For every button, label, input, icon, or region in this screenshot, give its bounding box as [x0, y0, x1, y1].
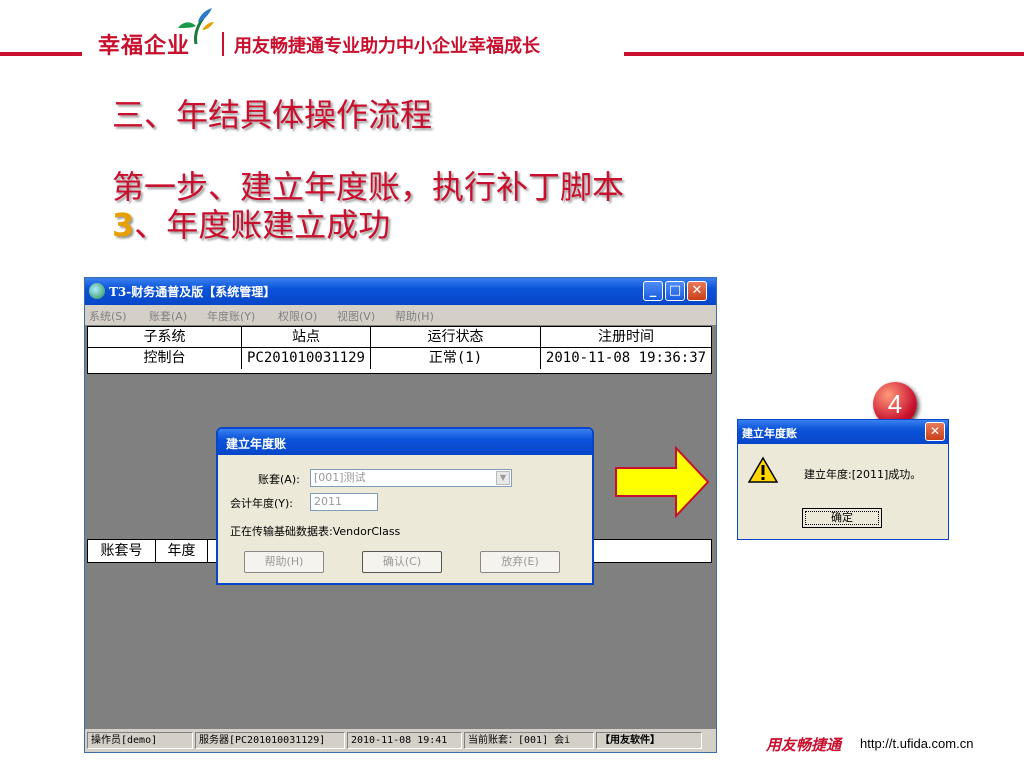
status-account: 当前账套：[001] 会i — [464, 732, 594, 749]
table-header: 运行状态 — [371, 327, 541, 348]
progress-text: 正在传输基础数据表:VendorClass — [230, 525, 401, 538]
section-title: 三、年结具体操作流程 — [112, 96, 433, 134]
status-server: 服务器[PC201010031129] — [195, 732, 345, 749]
close-button[interactable]: ✕ — [687, 281, 707, 301]
table-header: 站点 — [242, 327, 371, 348]
help-button[interactable]: 帮助(H) — [244, 551, 324, 573]
minimize-button[interactable]: _ — [643, 281, 663, 301]
status-operator: 操作员[demo] — [87, 732, 193, 749]
warning-icon — [748, 456, 778, 483]
menu-view[interactable]: 视图(V) — [337, 308, 375, 324]
maximize-button[interactable]: □ — [665, 281, 685, 301]
window-title: T3-财务通普及版【系统管理】 — [109, 285, 276, 299]
window-titlebar[interactable]: T3-财务通普及版【系统管理】 _ □ ✕ — [85, 278, 716, 305]
brand-logo-icon — [178, 8, 214, 45]
table-cell[interactable]: PC201010031129 — [242, 348, 371, 369]
table-header: 年度 — [156, 540, 208, 562]
status-bar: 操作员[demo] 服务器[PC201010031129] 2010-11-08… — [85, 729, 716, 752]
substep-title: 3、年度账建立成功 — [112, 200, 390, 246]
menu-annual-account[interactable]: 年度账(Y) — [207, 308, 255, 324]
tagline-separator — [222, 32, 224, 56]
dialog-titlebar[interactable]: 建立年度账 — [218, 429, 592, 455]
msgbox-titlebar[interactable]: 建立年度账 ✕ — [738, 420, 948, 444]
arrow-right-icon — [615, 446, 710, 518]
table-cell[interactable]: 2010-11-08 19:36:37 — [541, 348, 711, 369]
create-annual-account-dialog: 建立年度账 账套(A): [001]测试 ▼ 会计年度(Y): 2011 正在传输… — [216, 427, 594, 585]
msgbox-text: 建立年度:[2011]成功。 — [804, 468, 922, 481]
menu-account[interactable]: 账套(A) — [149, 308, 187, 324]
substep-number: 3 — [112, 206, 135, 244]
success-message-box: 建立年度账 ✕ 建立年度:[2011]成功。 确定 — [737, 419, 949, 540]
table-header: 账套号 — [88, 540, 156, 562]
tagline: 用友畅捷通专业助力中小企业幸福成长 — [234, 36, 540, 57]
status-vendor: 【用友软件】 — [596, 732, 702, 749]
year-label: 会计年度(Y): — [230, 497, 294, 510]
dialog-title: 建立年度账 — [226, 437, 287, 451]
chevron-down-icon[interactable]: ▼ — [496, 471, 510, 485]
year-field[interactable]: 2011 — [310, 493, 378, 511]
footer-brand: 用友畅捷通 — [766, 736, 842, 754]
table-header: 注册时间 — [541, 327, 711, 348]
menu-permission[interactable]: 权限(O) — [278, 308, 317, 324]
menu-system[interactable]: 系统(S) — [89, 308, 127, 324]
close-button[interactable]: ✕ — [925, 422, 945, 441]
status-time: 2010-11-08 19:41 — [347, 732, 462, 749]
app-icon — [89, 283, 105, 299]
cancel-button[interactable]: 放弃(E) — [480, 551, 560, 573]
menu-bar: 系统(S) 账套(A) 年度账(Y) 权限(O) 视图(V) 帮助(H) — [85, 305, 716, 325]
table-header: 子系统 — [88, 327, 242, 348]
menu-help[interactable]: 帮助(H) — [395, 308, 434, 324]
header-rule-right — [624, 52, 1024, 56]
subsystem-table: 子系统 站点 运行状态 注册时间 控制台 PC201010031129 正常(1… — [87, 326, 712, 374]
confirm-button[interactable]: 确认(C) — [362, 551, 442, 573]
msgbox-title: 建立年度账 — [742, 427, 797, 440]
substep-text: 、年度账建立成功 — [134, 206, 391, 244]
table-cell[interactable]: 控制台 — [88, 348, 242, 369]
account-label: 账套(A): — [258, 473, 300, 486]
footer-url[interactable]: http://t.ufida.com.cn — [860, 736, 973, 751]
header-rule-left — [0, 52, 82, 56]
account-select[interactable]: [001]测试 ▼ — [310, 469, 512, 487]
account-value: [001]测试 — [314, 471, 366, 484]
table-cell[interactable]: 正常(1) — [371, 348, 541, 369]
ok-button[interactable]: 确定 — [802, 508, 882, 528]
